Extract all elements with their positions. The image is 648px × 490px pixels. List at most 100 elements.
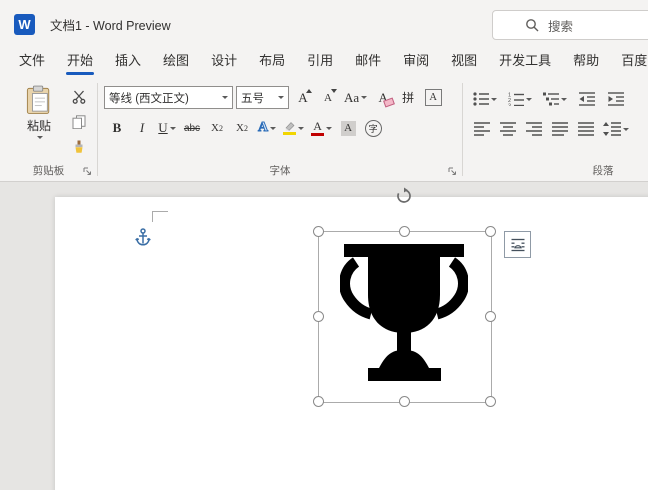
- font-color-bar: [311, 133, 324, 137]
- tab-view[interactable]: 视图: [440, 44, 488, 78]
- caret-down-icon: [331, 89, 337, 93]
- trophy-shape[interactable]: [340, 240, 468, 390]
- font-name-select[interactable]: 等线 (西文正文): [104, 86, 233, 109]
- selection-handle-bottom-right[interactable]: [485, 396, 496, 407]
- subscript-button[interactable]: X2: [206, 117, 228, 139]
- increase-indent-button[interactable]: [605, 88, 627, 110]
- tab-draw[interactable]: 绘图: [152, 44, 200, 78]
- multilevel-list-button[interactable]: [541, 88, 569, 110]
- ribbon: 粘贴 剪贴板: [0, 78, 648, 182]
- search-box[interactable]: 搜索: [492, 10, 648, 40]
- decrease-indent-button[interactable]: [576, 88, 598, 110]
- font-size-select[interactable]: 五号: [236, 86, 289, 109]
- multilevel-list-icon: [543, 92, 559, 106]
- chevron-down-icon: [526, 98, 532, 101]
- chevron-down-icon: [326, 127, 332, 130]
- tab-file[interactable]: 文件: [8, 44, 56, 78]
- tab-help[interactable]: 帮助: [562, 44, 610, 78]
- font-size-value: 五号: [241, 90, 264, 106]
- caret-up-icon: [306, 89, 312, 93]
- strikethrough-button[interactable]: abc: [181, 117, 203, 139]
- selection-handle-middle-left[interactable]: [313, 311, 324, 322]
- copy-icon: [72, 115, 86, 129]
- selection-handle-bottom-left[interactable]: [313, 396, 324, 407]
- phonetic-guide-button[interactable]: 拼: [397, 87, 419, 109]
- distribute-icon: [578, 122, 594, 136]
- chevron-down-icon: [491, 98, 497, 101]
- character-border-button[interactable]: A: [422, 87, 444, 109]
- chevron-down-icon: [298, 127, 304, 130]
- chevron-down-icon: [623, 128, 629, 131]
- scissors-icon: [72, 90, 86, 104]
- bold-button[interactable]: B: [106, 117, 128, 139]
- rotation-handle[interactable]: [395, 187, 413, 205]
- shrink-font-button[interactable]: A: [317, 87, 339, 109]
- increase-indent-icon: [608, 92, 624, 106]
- chevron-down-icon: [222, 96, 228, 99]
- align-left-icon: [474, 122, 490, 136]
- numbering-button[interactable]: 123: [506, 88, 534, 110]
- search-label: 搜索: [548, 16, 573, 35]
- font-group: 等线 (西文正文) 五号 A A Aa A 拼 A B I U abc X2: [98, 78, 462, 181]
- tab-baidu-netdisk[interactable]: 百度网盘: [610, 44, 648, 78]
- chevron-down-icon: [37, 136, 43, 139]
- selection-handle-top-center[interactable]: [399, 226, 410, 237]
- tab-developer[interactable]: 开发工具: [488, 44, 562, 78]
- rotate-icon: [395, 187, 413, 205]
- italic-button[interactable]: I: [131, 117, 153, 139]
- tab-home[interactable]: 开始: [56, 44, 104, 78]
- document-title: 文档1 - Word Preview: [50, 15, 171, 34]
- numbering-icon: 123: [508, 92, 524, 106]
- highlight-button[interactable]: [281, 117, 306, 139]
- distribute-button[interactable]: [575, 118, 597, 140]
- layout-options-button[interactable]: [504, 231, 531, 258]
- selection-handle-top-right[interactable]: [485, 226, 496, 237]
- format-painter-button[interactable]: [68, 137, 90, 156]
- copy-button[interactable]: [68, 112, 90, 131]
- clipboard-dialog-launcher-icon[interactable]: [83, 167, 92, 176]
- align-left-button[interactable]: [471, 118, 493, 140]
- underline-button[interactable]: U: [156, 117, 178, 139]
- paste-button[interactable]: 粘贴: [20, 85, 58, 156]
- tab-insert[interactable]: 插入: [104, 44, 152, 78]
- font-color-button[interactable]: A: [309, 117, 334, 139]
- chevron-down-icon: [561, 98, 567, 101]
- paste-label: 粘贴: [27, 117, 51, 134]
- bullets-button[interactable]: [471, 88, 499, 110]
- paste-icon: [26, 85, 52, 115]
- tab-layout[interactable]: 布局: [248, 44, 296, 78]
- clear-formatting-button[interactable]: A: [372, 87, 394, 109]
- cut-button[interactable]: [68, 87, 90, 106]
- align-right-button[interactable]: [523, 118, 545, 140]
- grow-font-button[interactable]: A: [292, 87, 314, 109]
- svg-text:3: 3: [508, 104, 511, 107]
- superscript-button[interactable]: X2: [231, 117, 253, 139]
- change-case-button[interactable]: Aa: [342, 87, 369, 109]
- selection-handle-bottom-center[interactable]: [399, 396, 410, 407]
- align-center-icon: [500, 122, 516, 136]
- line-spacing-button[interactable]: [601, 118, 631, 140]
- tab-mailings[interactable]: 邮件: [344, 44, 392, 78]
- text-effects-button[interactable]: A: [256, 117, 278, 139]
- title-bar: W 文档1 - Word Preview 搜索: [0, 0, 648, 48]
- tab-references[interactable]: 引用: [296, 44, 344, 78]
- align-center-button[interactable]: [497, 118, 519, 140]
- search-icon: [525, 18, 539, 32]
- chevron-down-icon: [361, 96, 367, 99]
- paragraph-group-label: 段落: [463, 163, 648, 178]
- anchor-icon: [135, 228, 151, 246]
- ribbon-tab-bar: 文件 开始 插入 绘图 设计 布局 引用 邮件 审阅 视图 开发工具 帮助 百度…: [0, 48, 648, 78]
- align-right-icon: [526, 122, 542, 136]
- font-group-label: 字体: [98, 163, 462, 178]
- selection-handle-top-left[interactable]: [313, 226, 324, 237]
- enclose-characters-button[interactable]: 字: [362, 117, 384, 139]
- tab-review[interactable]: 审阅: [392, 44, 440, 78]
- tab-design[interactable]: 设计: [200, 44, 248, 78]
- justify-button[interactable]: [549, 118, 571, 140]
- selection-handle-middle-right[interactable]: [485, 311, 496, 322]
- font-dialog-launcher-icon[interactable]: [448, 167, 457, 176]
- layout-options-icon: [510, 237, 526, 253]
- paragraph-group: 123: [463, 78, 648, 181]
- character-shading-button[interactable]: A: [337, 117, 359, 139]
- line-spacing-icon: [603, 122, 621, 136]
